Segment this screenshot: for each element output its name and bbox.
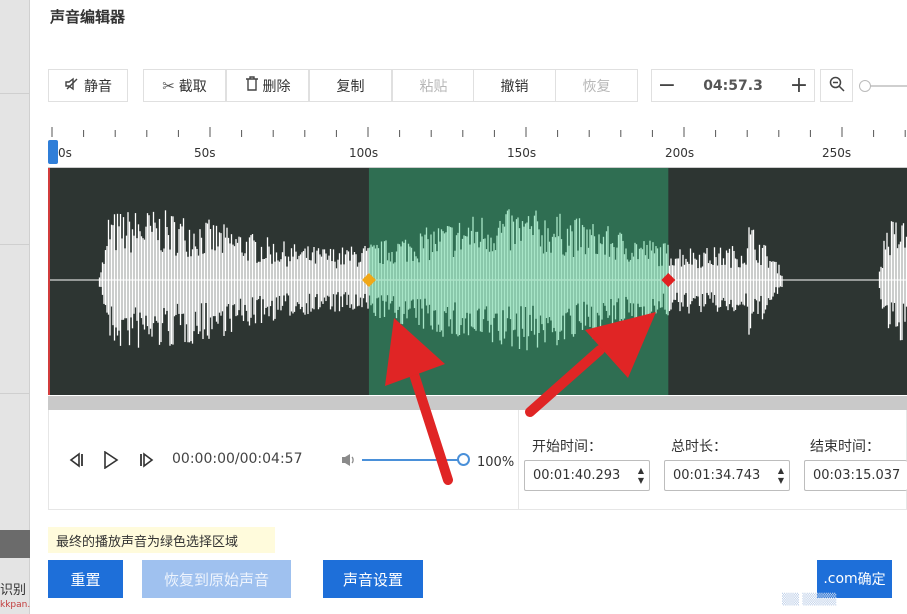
zoom-button[interactable]: [820, 69, 853, 102]
delete-label: 删除: [262, 78, 291, 95]
background-app-panel: [0, 0, 30, 614]
restore-original-button[interactable]: 恢复到原始声音: [142, 560, 291, 598]
start-time-label: 开始时间：: [532, 439, 602, 455]
redo-label: 恢复: [582, 78, 611, 95]
end-time-label: 结束时间：: [810, 439, 880, 455]
timeline-ruler[interactable]: 0s 50s 100s 150s 200s 250s: [48, 125, 907, 168]
paste-button[interactable]: 粘贴: [392, 69, 475, 102]
mute-button[interactable]: 静音: [48, 69, 128, 102]
copy-label: 复制: [336, 78, 365, 95]
playback-time: 00:00:00/00:04:57: [172, 451, 303, 467]
mute-label: 静音: [84, 78, 112, 95]
duration-spinner-icon[interactable]: ▲ ▼: [773, 461, 789, 490]
duration-value: 00:01:34.743: [673, 468, 761, 483]
waveform: [48, 168, 907, 395]
magnifier-zoom-out-icon: [829, 76, 845, 96]
start-time-spinner-icon[interactable]: ▲ ▼: [633, 461, 649, 490]
sound-editor-dialog: 声音编辑器 静音 ✂ 截取 删除 复制 粘贴 撤销 恢复 − 04:57.3 +: [30, 0, 907, 614]
volume-icon[interactable]: [339, 448, 359, 472]
copy-button[interactable]: 复制: [309, 69, 392, 102]
panel-dark-block: [0, 530, 30, 558]
play-icon[interactable]: [100, 448, 122, 472]
speaker-mute-icon: [64, 76, 80, 96]
scissors-icon: ✂: [162, 76, 175, 95]
ruler-label: 250s: [822, 146, 852, 160]
undo-button[interactable]: 撤销: [473, 69, 556, 102]
redo-button[interactable]: 恢复: [555, 69, 638, 102]
ruler-ticks: [51, 127, 906, 137]
trash-icon: [245, 76, 259, 95]
end-time-value: 00:03:15.037: [813, 468, 901, 483]
next-frame-icon[interactable]: [136, 448, 158, 472]
watermark-bottom-right: ▒▒ ▒▒▒▒: [782, 593, 837, 606]
panel-divider: [0, 93, 30, 94]
minus-button[interactable]: −: [652, 71, 682, 101]
end-time-input[interactable]: 00:03:15.037: [804, 460, 907, 491]
cut-button[interactable]: ✂ 截取: [143, 69, 226, 102]
cut-label: 截取: [178, 78, 207, 95]
volume-percent: 100%: [477, 455, 515, 470]
undo-label: 撤销: [500, 78, 529, 95]
delete-button[interactable]: 删除: [226, 69, 309, 102]
reset-button[interactable]: 重置: [48, 560, 123, 598]
playhead-handle[interactable]: [48, 140, 58, 164]
ruler-label: 100s: [349, 146, 379, 160]
background-text: 识别: [0, 583, 27, 598]
timeline-scrollbar[interactable]: [48, 396, 907, 410]
start-time-value: 00:01:40.293: [533, 468, 621, 483]
volume-slider-track[interactable]: [362, 459, 462, 461]
previous-frame-icon[interactable]: [65, 448, 87, 472]
ruler-label: 200s: [665, 146, 695, 160]
start-time-input[interactable]: 00:01:40.293 ▲ ▼: [524, 460, 650, 491]
panel-divider: [0, 393, 30, 394]
duration-label: 总时长：: [671, 439, 727, 455]
zoom-slider-handle[interactable]: [859, 80, 871, 92]
confirm-label: 确定: [857, 572, 886, 588]
duration-input[interactable]: 00:01:34.743 ▲ ▼: [664, 460, 790, 491]
waveform-area[interactable]: [48, 168, 907, 395]
paste-label: 粘贴: [419, 78, 448, 95]
plus-button[interactable]: +: [784, 71, 814, 101]
ruler-label: 50s: [194, 146, 216, 160]
ruler-label: 150s: [507, 146, 537, 160]
ruler-label: 0s: [58, 146, 72, 160]
panel-divider: [0, 244, 30, 245]
confirm-overlay-text: .com: [823, 571, 858, 587]
sound-settings-button[interactable]: 声音设置: [323, 560, 423, 598]
time-stepper: − 04:57.3 +: [651, 69, 815, 102]
volume-slider-handle[interactable]: [457, 453, 470, 466]
time-value[interactable]: 04:57.3: [682, 78, 784, 94]
selection-note: 最终的播放声音为绿色选择区域: [48, 527, 275, 553]
dialog-title: 声音编辑器: [50, 8, 126, 26]
